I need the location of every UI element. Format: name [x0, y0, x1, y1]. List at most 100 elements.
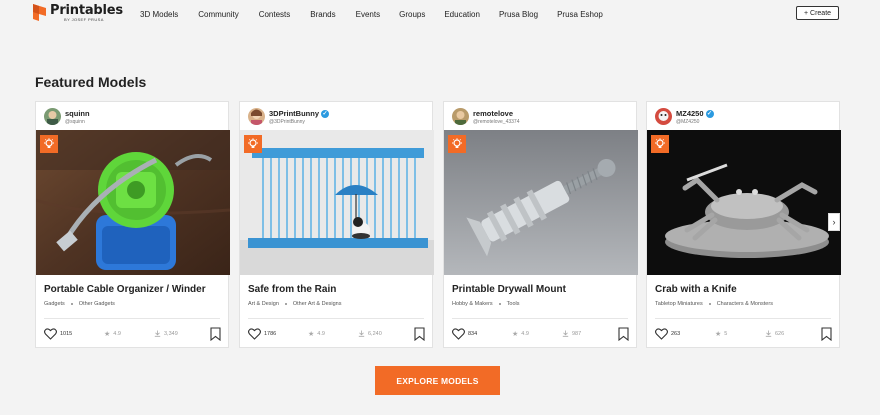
bookmark-button[interactable]	[210, 327, 221, 343]
model-stats: 1015 ★ 4.9 3,349	[44, 327, 222, 343]
rating-value: 4.9	[113, 331, 121, 337]
model-title[interactable]: Crab with a Knife	[655, 284, 737, 295]
explore-models-button[interactable]: EXPLORE MODELS	[375, 366, 500, 395]
like-button[interactable]: 834	[452, 328, 477, 340]
nav-community[interactable]: Community	[198, 10, 238, 19]
download-icon	[562, 330, 569, 337]
chevron-right-icon: ›	[832, 217, 836, 227]
model-title[interactable]: Safe from the Rain	[248, 284, 336, 295]
create-button[interactable]: + Create	[796, 6, 839, 20]
author-handle: @MZ4250	[676, 119, 700, 125]
star-icon: ★	[308, 331, 315, 338]
model-categories: Art & Design Other Art & Designs	[248, 301, 341, 307]
category-link[interactable]: Gadgets	[44, 301, 65, 307]
rating-value: 4.9	[521, 331, 529, 337]
model-stats: 834 ★ 4.9 987	[452, 327, 630, 343]
card-header: squinn @squinn	[36, 102, 228, 130]
download-icon	[154, 330, 161, 337]
nav-brands[interactable]: Brands	[310, 10, 335, 19]
download-count: 626	[775, 330, 785, 337]
rating: ★ 4.9	[308, 330, 325, 338]
subcategory-link[interactable]: Other Art & Designs	[293, 301, 342, 307]
model-card[interactable]: MZ4250 ✓ @MZ4250 Crab with a Knife Table…	[646, 101, 841, 348]
nav-events[interactable]: Events	[356, 10, 380, 19]
model-categories: Tabletop Miniatures Characters & Monster…	[655, 301, 773, 307]
model-title[interactable]: Printable Drywall Mount	[452, 284, 566, 295]
category-link[interactable]: Hobby & Makers	[452, 301, 493, 307]
bookmark-icon	[210, 327, 221, 342]
verified-icon: ✓	[705, 109, 714, 118]
featured-badge	[40, 135, 58, 153]
avatar[interactable]	[452, 108, 469, 125]
downloads: 6,240	[358, 330, 382, 337]
subcategory-link[interactable]: Other Gadgets	[79, 301, 115, 307]
model-thumbnail[interactable]	[647, 130, 841, 275]
downloads: 3,349	[154, 330, 178, 337]
featured-badge	[651, 135, 669, 153]
separator-dot	[284, 303, 287, 305]
separator-dot	[708, 303, 711, 305]
model-card[interactable]: squinn @squinn Portable Cable Organizer …	[35, 101, 230, 348]
like-button[interactable]: 263	[655, 328, 680, 340]
printables-logo[interactable]: Printables BY JOSEF PRUSA	[33, 4, 123, 22]
category-link[interactable]: Tabletop Miniatures	[655, 301, 703, 307]
nav-contests[interactable]: Contests	[259, 10, 291, 19]
subcategory-link[interactable]: Characters & Monsters	[717, 301, 773, 307]
like-button[interactable]: 1786	[248, 328, 276, 340]
download-icon	[358, 330, 365, 337]
card-header: MZ4250 ✓ @MZ4250	[647, 102, 839, 130]
model-thumbnail[interactable]	[240, 130, 434, 275]
download-count: 3,349	[164, 330, 178, 337]
rating-value: 4.9	[317, 331, 325, 337]
nav-prusa-eshop[interactable]: Prusa Eshop	[557, 10, 603, 19]
model-card[interactable]: 3DPrintBunny ✓ @3DPrintBunny Safe from t…	[239, 101, 434, 348]
nav-education[interactable]: Education	[444, 10, 480, 19]
author-name[interactable]: squinn	[65, 109, 90, 118]
download-icon	[765, 330, 772, 337]
main-nav: 3D Models Community Contests Brands Even…	[140, 10, 603, 19]
nav-prusa-blog[interactable]: Prusa Blog	[499, 10, 538, 19]
category-link[interactable]: Art & Design	[248, 301, 279, 307]
like-button[interactable]: 1015	[44, 328, 72, 340]
heart-icon	[44, 328, 57, 340]
printables-logo-icon	[33, 4, 46, 21]
author-handle: @3DPrintBunny	[269, 119, 305, 125]
divider	[452, 318, 628, 319]
like-count: 1015	[60, 331, 73, 337]
featured-badge	[244, 135, 262, 153]
bookmark-icon	[414, 327, 425, 342]
lightbulb-icon	[452, 138, 462, 148]
author-name[interactable]: remotelove	[473, 109, 513, 118]
heart-icon	[248, 328, 261, 340]
rating: ★ 4.9	[104, 330, 121, 338]
lightbulb-icon	[248, 138, 258, 148]
brand-name: Printables	[50, 3, 123, 18]
author-name[interactable]: MZ4250 ✓	[676, 109, 714, 118]
divider	[248, 318, 424, 319]
divider	[44, 318, 220, 319]
star-icon: ★	[715, 331, 722, 338]
star-icon: ★	[512, 331, 519, 338]
bookmark-button[interactable]	[821, 327, 832, 343]
model-thumbnail[interactable]	[444, 130, 638, 275]
create-label: Create	[810, 9, 832, 17]
like-count: 834	[468, 331, 478, 337]
nav-groups[interactable]: Groups	[399, 10, 425, 19]
model-thumbnail[interactable]	[36, 130, 230, 275]
subcategory-link[interactable]: Tools	[507, 301, 520, 307]
brand-subtitle: BY JOSEF PRUSA	[64, 17, 104, 22]
lightbulb-icon	[44, 138, 54, 148]
model-title[interactable]: Portable Cable Organizer / Winder	[44, 284, 206, 295]
bookmark-button[interactable]	[414, 327, 425, 343]
top-navigation: Printables BY JOSEF PRUSA 3D Models Comm…	[0, 0, 880, 30]
nav-3d-models[interactable]: 3D Models	[140, 10, 178, 19]
author-name[interactable]: 3DPrintBunny ✓	[269, 109, 330, 118]
model-card[interactable]: remotelove @remotelove_43374 Printable D…	[443, 101, 638, 348]
rating: ★ 5	[715, 330, 727, 338]
bookmark-button[interactable]	[618, 327, 629, 343]
section-title: Featured Models	[35, 74, 147, 90]
avatar[interactable]	[44, 108, 61, 125]
carousel-next-button[interactable]: ›	[828, 213, 840, 231]
avatar[interactable]	[655, 108, 672, 125]
avatar[interactable]	[248, 108, 265, 125]
